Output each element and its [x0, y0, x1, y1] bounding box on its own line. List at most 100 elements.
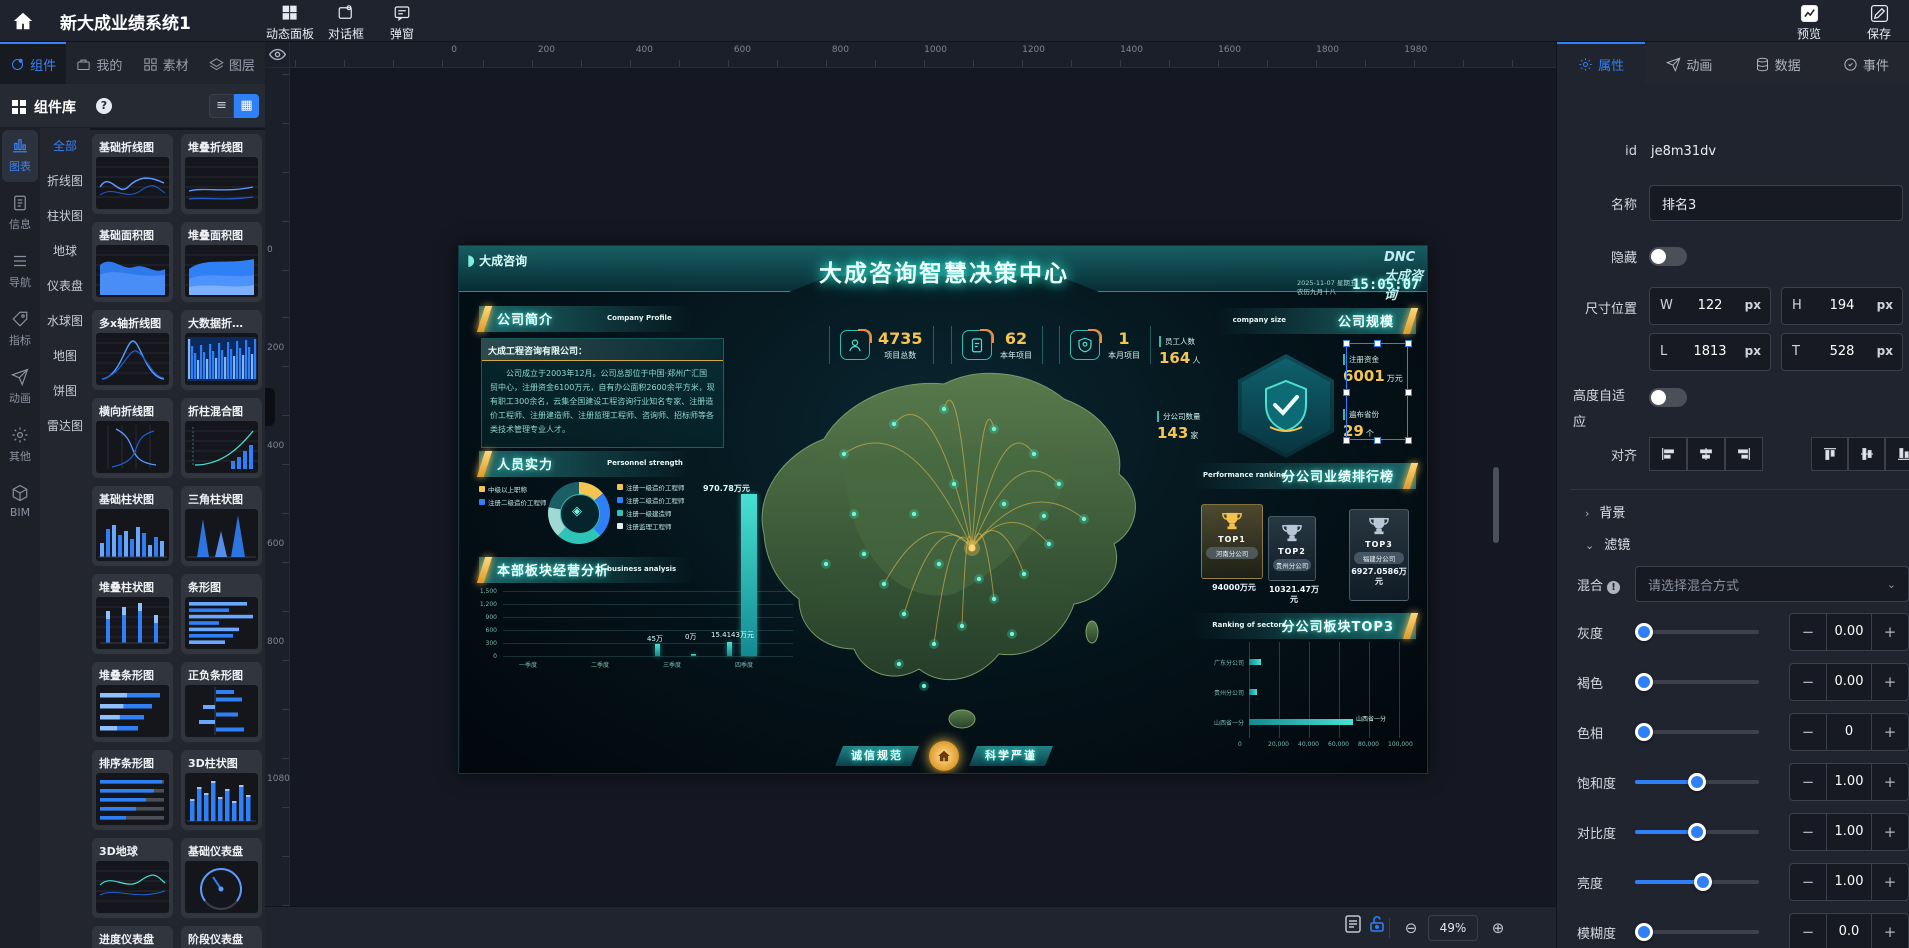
- 亮度-slider[interactable]: [1635, 880, 1759, 884]
- align-b-button[interactable]: [1885, 437, 1909, 471]
- dashboard-preview[interactable]: ◗ 大成咨询 大成咨询智慧决策中心 DNC 大成咨询 2025-11-07 星期…: [458, 245, 1428, 774]
- panel-tab-事件[interactable]: 事件: [1822, 42, 1909, 84]
- filter-section-toggle[interactable]: ⌄滤镜: [1585, 534, 1630, 553]
- subcat-水球图[interactable]: 水球图: [40, 303, 90, 338]
- 色相-slider[interactable]: [1635, 730, 1759, 734]
- rail-BIM[interactable]: BIM: [2, 478, 38, 530]
- size-W-input[interactable]: W122px: [1649, 287, 1771, 325]
- name-input[interactable]: 排名3: [1649, 185, 1903, 221]
- component-card-基础仪表盘[interactable]: 基础仪表盘: [181, 838, 262, 918]
- panel-tab-数据[interactable]: 数据: [1734, 42, 1822, 84]
- top-action-preview-chart-icon[interactable]: 预览: [1778, 2, 1840, 42]
- subcat-饼图[interactable]: 饼图: [40, 373, 90, 408]
- rail-动画[interactable]: 动画: [2, 362, 38, 414]
- ranking-card-TOP3[interactable]: TOP3 福建分公司 6927.0586万元: [1349, 509, 1409, 601]
- hidden-toggle[interactable]: [1649, 247, 1687, 266]
- selection-handle[interactable]: [1374, 437, 1381, 444]
- component-card-基础折线图[interactable]: 基础折线图: [92, 134, 173, 214]
- ranking-card-TOP1[interactable]: TOP1 河南分公司: [1201, 504, 1263, 579]
- slider-knob[interactable]: [1635, 923, 1653, 941]
- component-card-进度仪表盘[interactable]: 进度仪表盘: [92, 926, 173, 948]
- selection-handle[interactable]: [1374, 340, 1381, 347]
- align-m-button[interactable]: [1848, 437, 1885, 471]
- selection-handle[interactable]: [1343, 340, 1350, 347]
- component-card-三角柱状图[interactable]: 三角柱状图: [181, 486, 262, 566]
- rail-指标[interactable]: 指标: [2, 304, 38, 356]
- subcat-仪表盘[interactable]: 仪表盘: [40, 268, 90, 303]
- top-action-dialog-icon[interactable]: 对话框: [315, 2, 377, 42]
- increment-button[interactable]: +: [1872, 764, 1908, 800]
- panel-collapse-handle[interactable]: [265, 388, 275, 426]
- page-list-icon[interactable]: [1340, 915, 1366, 941]
- selection-handle[interactable]: [1405, 340, 1412, 347]
- component-card-多x轴折线图[interactable]: 多x轴折线图: [92, 310, 173, 390]
- align-r-button[interactable]: [1725, 437, 1763, 471]
- 模糊度-slider[interactable]: [1635, 930, 1759, 934]
- slider-knob[interactable]: [1688, 823, 1706, 841]
- align-l-button[interactable]: [1649, 437, 1687, 471]
- component-card-基础面积图[interactable]: 基础面积图: [92, 222, 173, 302]
- background-section-toggle[interactable]: ›背景: [1585, 502, 1625, 521]
- increment-button[interactable]: +: [1872, 664, 1908, 700]
- rail-导航[interactable]: 导航: [2, 246, 38, 298]
- subcat-雷达图[interactable]: 雷达图: [40, 408, 90, 443]
- home-icon[interactable]: [12, 10, 36, 34]
- tab-图层[interactable]: 图层: [199, 42, 265, 84]
- blend-mode-select[interactable]: 请选择混合方式⌄: [1635, 566, 1909, 602]
- autofit-toggle[interactable]: [1649, 388, 1687, 407]
- subcat-地球[interactable]: 地球: [40, 233, 90, 268]
- tab-我的[interactable]: 我的: [66, 42, 132, 84]
- 对比度-slider[interactable]: [1635, 830, 1759, 834]
- component-card-大数据折…[interactable]: 大数据折…: [181, 310, 262, 390]
- component-card-堆叠折线图[interactable]: 堆叠折线图: [181, 134, 262, 214]
- panel-tab-属性[interactable]: 属性: [1557, 42, 1645, 84]
- decrement-button[interactable]: −: [1790, 614, 1826, 650]
- top-action-popup-icon[interactable]: 弹窗: [371, 2, 433, 42]
- component-card-基础柱状图[interactable]: 基础柱状图: [92, 486, 173, 566]
- zoom-level-value[interactable]: 49%: [1428, 915, 1478, 941]
- slider-knob[interactable]: [1635, 623, 1653, 641]
- subcat-折线图[interactable]: 折线图: [40, 163, 90, 198]
- selection-handle[interactable]: [1405, 389, 1412, 396]
- 灰度-slider[interactable]: [1635, 630, 1759, 634]
- component-card-阶段仪表盘[interactable]: 阶段仪表盘: [181, 926, 262, 948]
- component-card-堆叠柱状图[interactable]: 堆叠柱状图: [92, 574, 173, 654]
- subcat-地图[interactable]: 地图: [40, 338, 90, 373]
- align-t-button[interactable]: [1811, 437, 1848, 471]
- decrement-button[interactable]: −: [1790, 764, 1826, 800]
- increment-button[interactable]: +: [1872, 864, 1908, 900]
- editor-canvas[interactable]: 0200400600800100012001400160018001980 02…: [265, 42, 1556, 948]
- decrement-button[interactable]: −: [1790, 664, 1826, 700]
- selection-box[interactable]: [1346, 343, 1408, 440]
- subcat-全部[interactable]: 全部: [40, 128, 90, 163]
- top-action-grid-panel-icon[interactable]: 动态面板: [259, 2, 321, 42]
- library-help-icon[interactable]: ?: [96, 98, 112, 114]
- tab-素材[interactable]: 素材: [133, 42, 199, 84]
- subcat-柱状图[interactable]: 柱状图: [40, 198, 90, 233]
- zoom-out-button[interactable]: ⊖: [1398, 915, 1424, 941]
- component-card-3D柱状图[interactable]: 3D柱状图: [181, 750, 262, 830]
- selection-handle[interactable]: [1343, 389, 1350, 396]
- component-card-折柱混合图[interactable]: 折柱混合图: [181, 398, 262, 478]
- component-card-排序条形图[interactable]: 排序条形图: [92, 750, 173, 830]
- increment-button[interactable]: +: [1872, 714, 1908, 750]
- decrement-button[interactable]: −: [1790, 914, 1826, 948]
- decrement-button[interactable]: −: [1790, 864, 1826, 900]
- increment-button[interactable]: +: [1872, 814, 1908, 850]
- zoom-in-button[interactable]: ⊕: [1485, 915, 1511, 941]
- component-card-条形图[interactable]: 条形图: [181, 574, 262, 654]
- 褐色-slider[interactable]: [1635, 680, 1759, 684]
- size-H-input[interactable]: H194px: [1781, 287, 1903, 325]
- ranking-card-TOP2[interactable]: TOP2 贵州分公司: [1268, 516, 1316, 581]
- rail-信息[interactable]: 信息: [2, 188, 38, 240]
- size-L-input[interactable]: L1813px: [1649, 333, 1771, 371]
- slider-knob[interactable]: [1635, 673, 1653, 691]
- slider-knob[interactable]: [1635, 723, 1653, 741]
- selection-handle[interactable]: [1405, 437, 1412, 444]
- selection-handle[interactable]: [1343, 437, 1350, 444]
- component-card-堆叠面积图[interactable]: 堆叠面积图: [181, 222, 262, 302]
- size-T-input[interactable]: T528px: [1781, 333, 1903, 371]
- panel-tab-动画[interactable]: 动画: [1645, 42, 1733, 84]
- decrement-button[interactable]: −: [1790, 814, 1826, 850]
- canvas-vertical-scrollbar[interactable]: [1493, 467, 1499, 543]
